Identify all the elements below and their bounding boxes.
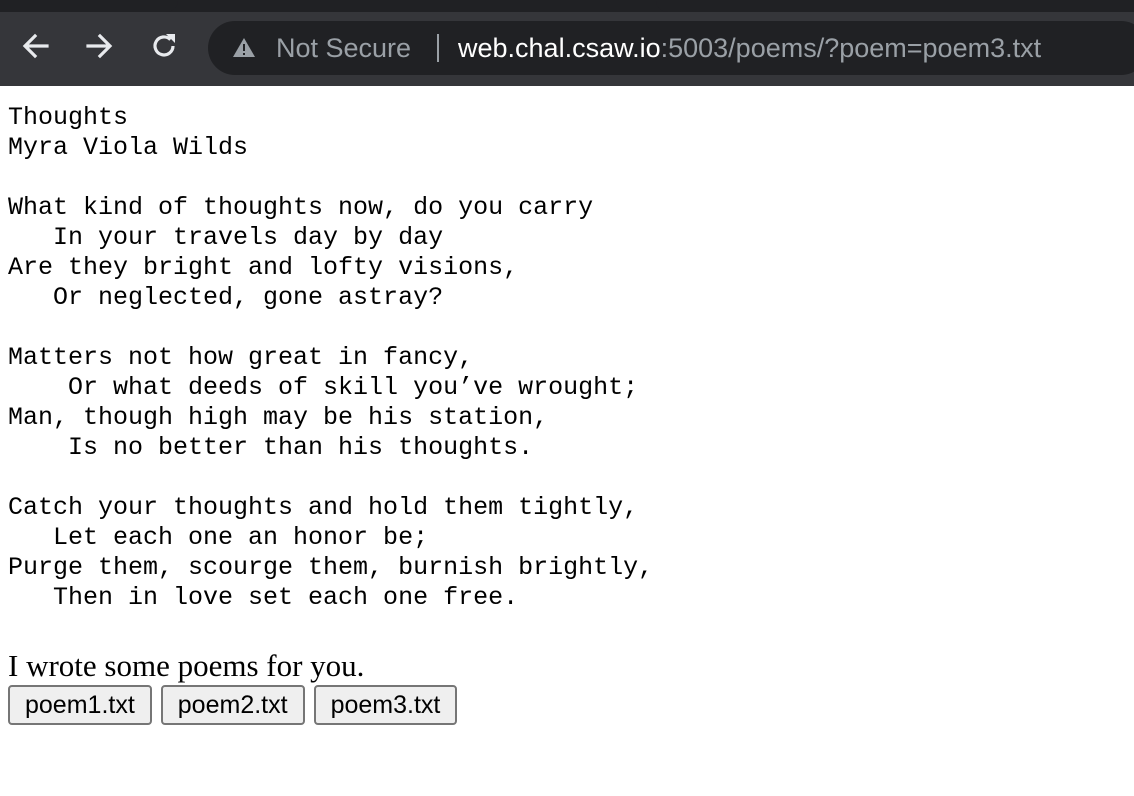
back-arrow-icon [22, 33, 49, 59]
browser-chrome: Not Secure web.chal.csaw.io:5003/poems/?… [0, 0, 1134, 86]
tab-left[interactable] [0, 0, 178, 12]
poem-text: Thoughts Myra Viola Wilds What kind of t… [8, 103, 654, 612]
url-path: :5003/poems/?poem=poem3.txt [660, 33, 1042, 63]
intro-text: I wrote some poems for you. [8, 648, 365, 683]
reload-icon [153, 34, 175, 57]
reload-button[interactable] [144, 26, 184, 66]
poem1-button[interactable]: poem1.txt [8, 685, 152, 725]
tab-strip [0, 0, 1134, 12]
forward-arrow-icon [86, 33, 113, 59]
url-text[interactable]: web.chal.csaw.io:5003/poems/?poem=poem3.… [458, 31, 1041, 65]
back-button[interactable] [16, 26, 56, 66]
poem-button-row: poem1.txt poem2.txt poem3.txt [8, 685, 1126, 725]
page-content: Thoughts Myra Viola Wilds What kind of t… [8, 86, 1126, 725]
url-host: web.chal.csaw.io [458, 33, 661, 63]
warning-triangle-icon [233, 38, 255, 57]
browser-toolbar: Not Secure web.chal.csaw.io:5003/poems/?… [0, 12, 1134, 86]
omnibox-divider [437, 34, 439, 62]
poem2-button[interactable]: poem2.txt [160, 685, 305, 725]
not-secure-label[interactable]: Not Secure [276, 31, 411, 65]
address-bar[interactable]: Not Secure web.chal.csaw.io:5003/poems/?… [208, 21, 1134, 75]
tab-right[interactable] [656, 0, 1134, 12]
forward-button[interactable] [79, 26, 119, 66]
poem3-button[interactable]: poem3.txt [313, 685, 458, 725]
